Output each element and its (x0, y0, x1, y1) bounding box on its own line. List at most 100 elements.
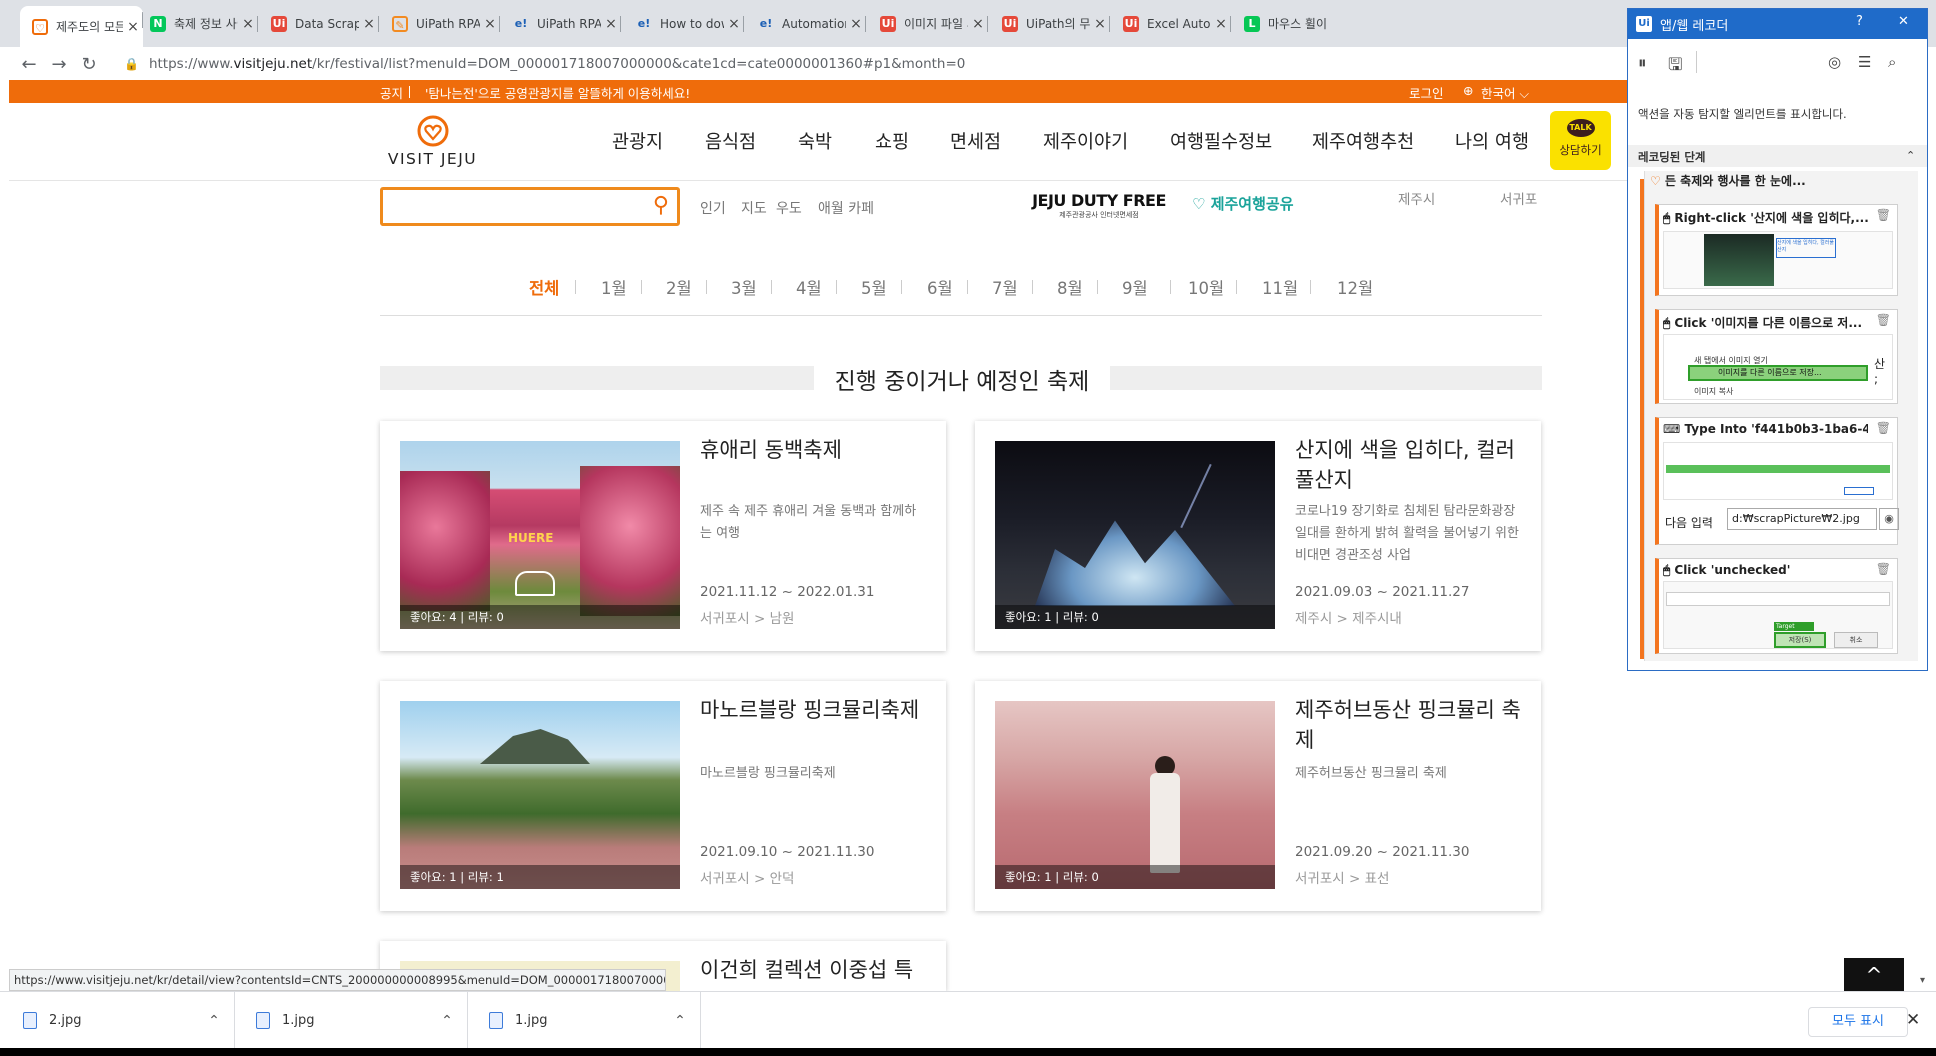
browser-tab[interactable]: ✎ UiPath RPA scrap× (380, 10, 500, 37)
gnb-menu-item[interactable]: 관광지 (612, 128, 663, 154)
close-tab-icon[interactable]: × (238, 16, 258, 32)
month-filter-tab[interactable]: 7월 (992, 275, 1018, 299)
festival-title[interactable]: 마노르블랑 핑크뮬리축제 (700, 695, 930, 725)
browser-tab[interactable]: ♡제주도의 모든 여× (20, 6, 143, 47)
close-tab-icon[interactable]: × (359, 16, 379, 32)
close-tab-icon[interactable]: × (846, 16, 866, 32)
festival-title[interactable]: 휴애리 동백축제 (700, 435, 930, 465)
month-filter-tab[interactable]: 3월 (731, 275, 757, 299)
browser-tab[interactable]: Ui Data Scraping ch× (259, 10, 379, 37)
chevron-up-icon[interactable]: ⌃ (660, 1013, 700, 1029)
gnb-menu-item[interactable]: 숙박 (798, 128, 832, 154)
browser-tab[interactable]: Ui 이미지 파일 사용× (868, 10, 988, 37)
month-filter-tab[interactable]: 8월 (1057, 275, 1083, 299)
festival-image[interactable]: 좋아요: 1 | 리뷰: 0 (995, 441, 1275, 629)
festival-image[interactable]: HUERE 좋아요: 4 | 리뷰: 0 (400, 441, 680, 629)
gnb-menu-item[interactable]: 나의 여행 (1455, 128, 1529, 154)
gnb-menu-item[interactable]: 음식점 (705, 128, 756, 154)
close-tab-icon[interactable]: × (724, 16, 744, 32)
save-icon[interactable]: 🖫 (1668, 52, 1682, 81)
festival-card[interactable]: 좋아요: 1 | 리뷰: 1 마노르블랑 핑크뮬리축제 마노르블랑 핑크뮬리축제… (380, 681, 946, 911)
gnb-menu-item[interactable]: 여행필수정보 (1170, 128, 1272, 154)
festival-card[interactable]: HUERE 좋아요: 4 | 리뷰: 0 휴애리 동백축제 제주 속 제주 휴애… (380, 421, 946, 651)
search-input[interactable]: ⚲ (380, 187, 680, 226)
reload-icon[interactable]: ↻ (74, 54, 104, 75)
city-jeju-link[interactable]: 제주시 (1398, 188, 1435, 208)
festival-title[interactable]: 제주허브동산 핑크뮬리 축제 (1295, 695, 1525, 755)
download-item[interactable]: 1.jpg ⌃ (236, 992, 468, 1049)
duty-free-banner[interactable]: JEJU DUTY FREE 제주관광공사 인터넷면세점 (1030, 191, 1168, 220)
scroll-down-arrow-icon[interactable]: ▾ (1920, 975, 1925, 986)
month-filter-tab[interactable]: 9월 (1122, 275, 1148, 299)
recorded-step[interactable]: ⌨ Type Into 'f441b0b3-1ba6-4919... 🗑 다음 … (1655, 417, 1899, 545)
popular-keyword[interactable]: 애월 카페 (818, 198, 874, 218)
language-select[interactable]: 한국어 ⌵ (1481, 83, 1529, 102)
pause-icon[interactable]: ⏸ (1638, 53, 1647, 73)
notice-text[interactable]: '탐나는전'으로 공영관광지를 알뜰하게 이용하세요! (425, 83, 690, 102)
kakao-talk-button[interactable]: TALK 상담하기 (1550, 111, 1611, 170)
collapse-icon[interactable]: ⌃ (1906, 149, 1915, 162)
browser-tab[interactable]: e! How to download× (624, 10, 744, 37)
help-icon[interactable]: ? (1856, 14, 1863, 29)
delete-step-icon[interactable]: 🗑 (1876, 562, 1891, 576)
next-input-field[interactable]: d:₩scrapPicture₩2.jpg (1727, 508, 1877, 530)
close-tab-icon[interactable]: × (480, 16, 500, 32)
browser-tab[interactable]: L 마우스 휠이 고 (1232, 10, 1327, 37)
festival-image[interactable]: 좋아요: 1 | 리뷰: 0 (995, 701, 1275, 889)
forward-icon[interactable]: → (44, 54, 74, 75)
recorded-step[interactable]: 🖱 Click '이미지를 다른 이름으로 저... 🗑 새 탭에서 이미지 열… (1655, 309, 1898, 404)
show-all-button[interactable]: 모두 표시 (1808, 1007, 1908, 1037)
festival-title[interactable]: 산지에 색을 입히다, 컬러풀산지 (1295, 435, 1525, 495)
inspect-icon[interactable]: ⌕ (1888, 53, 1896, 71)
scroll-top-button[interactable]: ^ (1844, 958, 1904, 991)
recorded-root-step[interactable]: ♡ 든 축제와 행사를 한 눈에... (1650, 172, 1806, 189)
month-filter-tab[interactable]: 1월 (601, 275, 627, 299)
festival-title[interactable]: 이건희 컬렉션 이중섭 특 (700, 955, 930, 985)
festival-image[interactable]: 좋아요: 1 | 리뷰: 1 (400, 701, 680, 889)
gnb-menu-item[interactable]: 쇼핑 (875, 128, 909, 154)
site-logo[interactable]: VISIT JEJU (380, 115, 485, 171)
target-icon[interactable]: ◎ (1828, 53, 1841, 71)
download-item[interactable]: 1.jpg ⌃ (469, 992, 701, 1049)
month-filter-tab[interactable]: 12월 (1337, 275, 1373, 299)
month-filter-tab[interactable]: 2월 (666, 275, 692, 299)
city-seogwipo-link[interactable]: 서귀포 (1500, 188, 1537, 208)
gnb-menu-item[interactable]: 제주이야기 (1043, 128, 1128, 154)
month-filter-tab[interactable]: 5월 (861, 275, 887, 299)
lock-icon[interactable]: 🔒 (124, 57, 139, 71)
browser-tab[interactable]: N 축제 정보 사이트× (138, 10, 258, 37)
download-item[interactable]: 2.jpg ⌃ (3, 992, 235, 1049)
list-icon[interactable]: ☰ (1858, 53, 1871, 71)
gnb-menu-item[interactable]: 면세점 (950, 128, 1001, 154)
gnb-menu-item[interactable]: 제주여행추천 (1312, 128, 1414, 154)
close-tab-icon[interactable]: × (601, 16, 621, 32)
recorded-step[interactable]: 🖱 Click 'unchecked' 🗑 Target 저장(S) 취소 (1655, 558, 1898, 654)
close-icon[interactable]: ✕ (1898, 14, 1909, 29)
share-banner[interactable]: ♡ 제주여행공유 (1192, 193, 1294, 214)
close-tab-icon[interactable]: × (1211, 16, 1231, 32)
browser-tab[interactable]: e! UiPath RPA 이미지× (501, 10, 621, 37)
popular-keyword[interactable]: 지도 (741, 198, 767, 218)
festival-card[interactable]: 좋아요: 1 | 리뷰: 0 산지에 색을 입히다, 컬러풀산지 코로나19 장… (975, 421, 1541, 651)
delete-step-icon[interactable]: 🗑 (1876, 313, 1891, 327)
browser-tab[interactable]: Ui UiPath의 무료 P× (990, 10, 1110, 37)
close-tab-icon[interactable]: × (968, 16, 988, 32)
month-filter-tab[interactable]: 11월 (1262, 275, 1298, 299)
delete-step-icon[interactable]: 🗑 (1876, 421, 1891, 435)
chevron-up-icon[interactable]: ⌃ (427, 1013, 467, 1029)
month-filter-tab[interactable]: 6월 (927, 275, 953, 299)
close-download-bar-icon[interactable]: ✕ (1906, 1010, 1920, 1030)
browser-tab[interactable]: e! Automation Anyw× (746, 10, 866, 37)
chevron-up-icon[interactable]: ⌃ (194, 1013, 234, 1029)
back-icon[interactable]: ← (14, 54, 44, 75)
month-filter-tab[interactable]: 전체 (529, 275, 559, 299)
month-filter-tab[interactable]: 4월 (796, 275, 822, 299)
month-filter-tab[interactable]: 10월 (1188, 275, 1224, 299)
search-icon[interactable]: ⚲ (653, 193, 669, 218)
festival-card[interactable]: 좋아요: 1 | 리뷰: 0 제주허브동산 핑크뮬리 축제 제주허브동산 핑크뮬… (975, 681, 1541, 911)
close-tab-icon[interactable]: × (1090, 16, 1110, 32)
popular-keyword[interactable]: 우도 (776, 198, 802, 218)
login-link[interactable]: 로그인 (1409, 83, 1444, 102)
browser-tab[interactable]: Ui Excel Automation× (1111, 10, 1231, 37)
recorded-step[interactable]: 🖱 Right-click '산지에 색을 입히다,... 🗑 산지에 색을 입… (1655, 204, 1898, 296)
